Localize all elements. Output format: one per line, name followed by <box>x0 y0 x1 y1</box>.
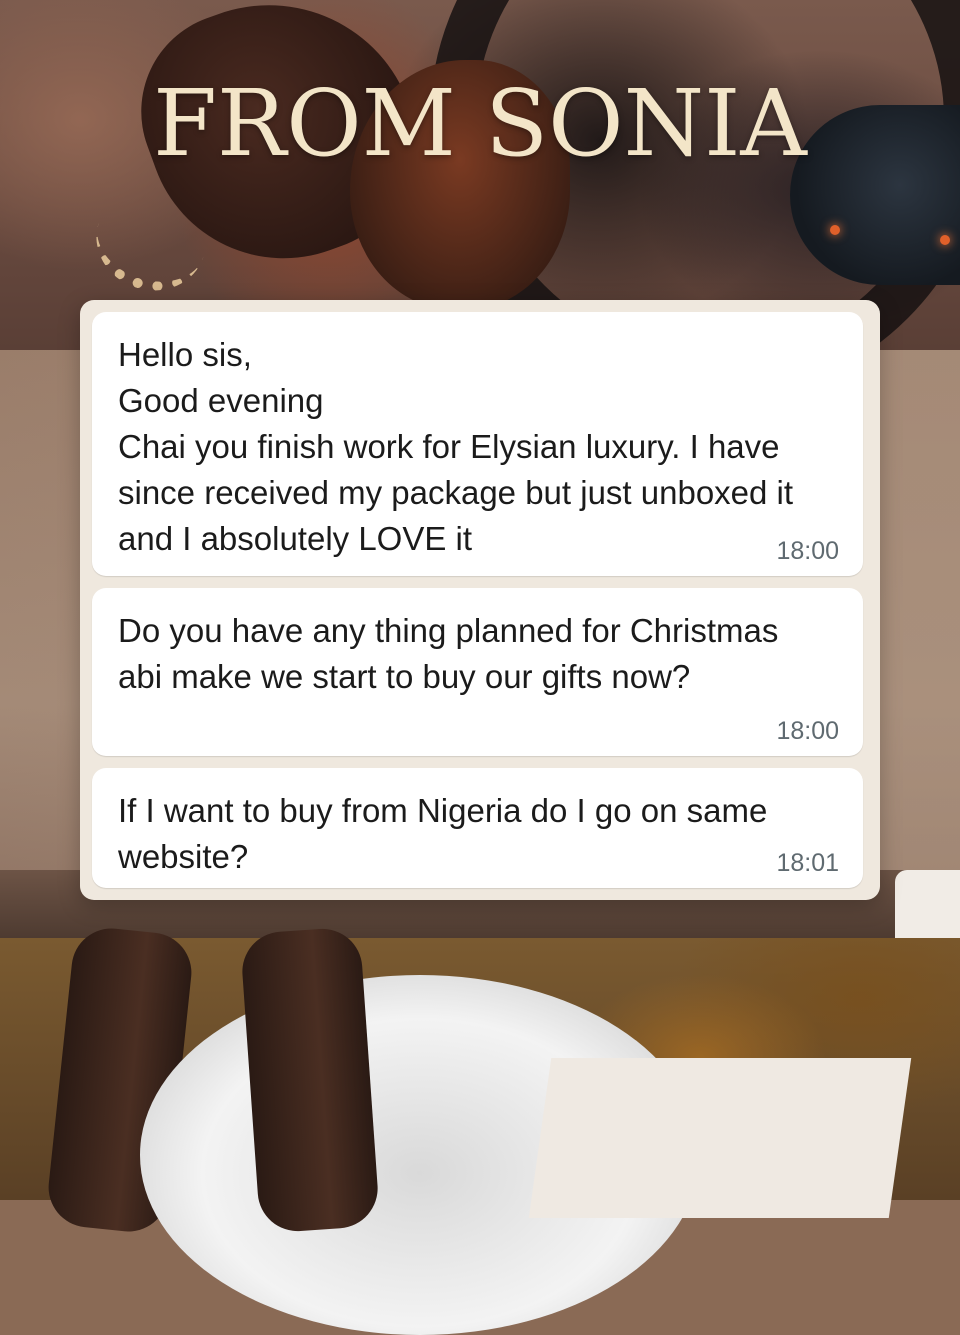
message-timestamp: 18:01 <box>776 849 839 877</box>
message-bubble: If I want to buy from Nigeria do I go on… <box>92 768 863 888</box>
message-timestamp: 18:00 <box>776 537 839 565</box>
message-text: If I want to buy from Nigeria do I go on… <box>118 792 768 875</box>
page-title: FROM SONIA <box>153 70 807 177</box>
message-bubble: Hello sis, Good evening Chai you finish … <box>92 312 863 576</box>
leg-shape <box>239 926 381 1234</box>
gauge-light <box>830 225 840 235</box>
message-text: Do you have any thing planned for Christ… <box>118 612 779 695</box>
message-timestamp: 18:00 <box>776 717 839 745</box>
chat-screenshot: Hello sis, Good evening Chai you finish … <box>80 300 880 900</box>
gauge-light <box>940 235 950 245</box>
paper-shape <box>528 1058 912 1218</box>
message-bubble: Do you have any thing planned for Christ… <box>92 588 863 756</box>
message-text: Hello sis, Good evening Chai you finish … <box>118 336 794 557</box>
towel-shape <box>895 870 960 940</box>
